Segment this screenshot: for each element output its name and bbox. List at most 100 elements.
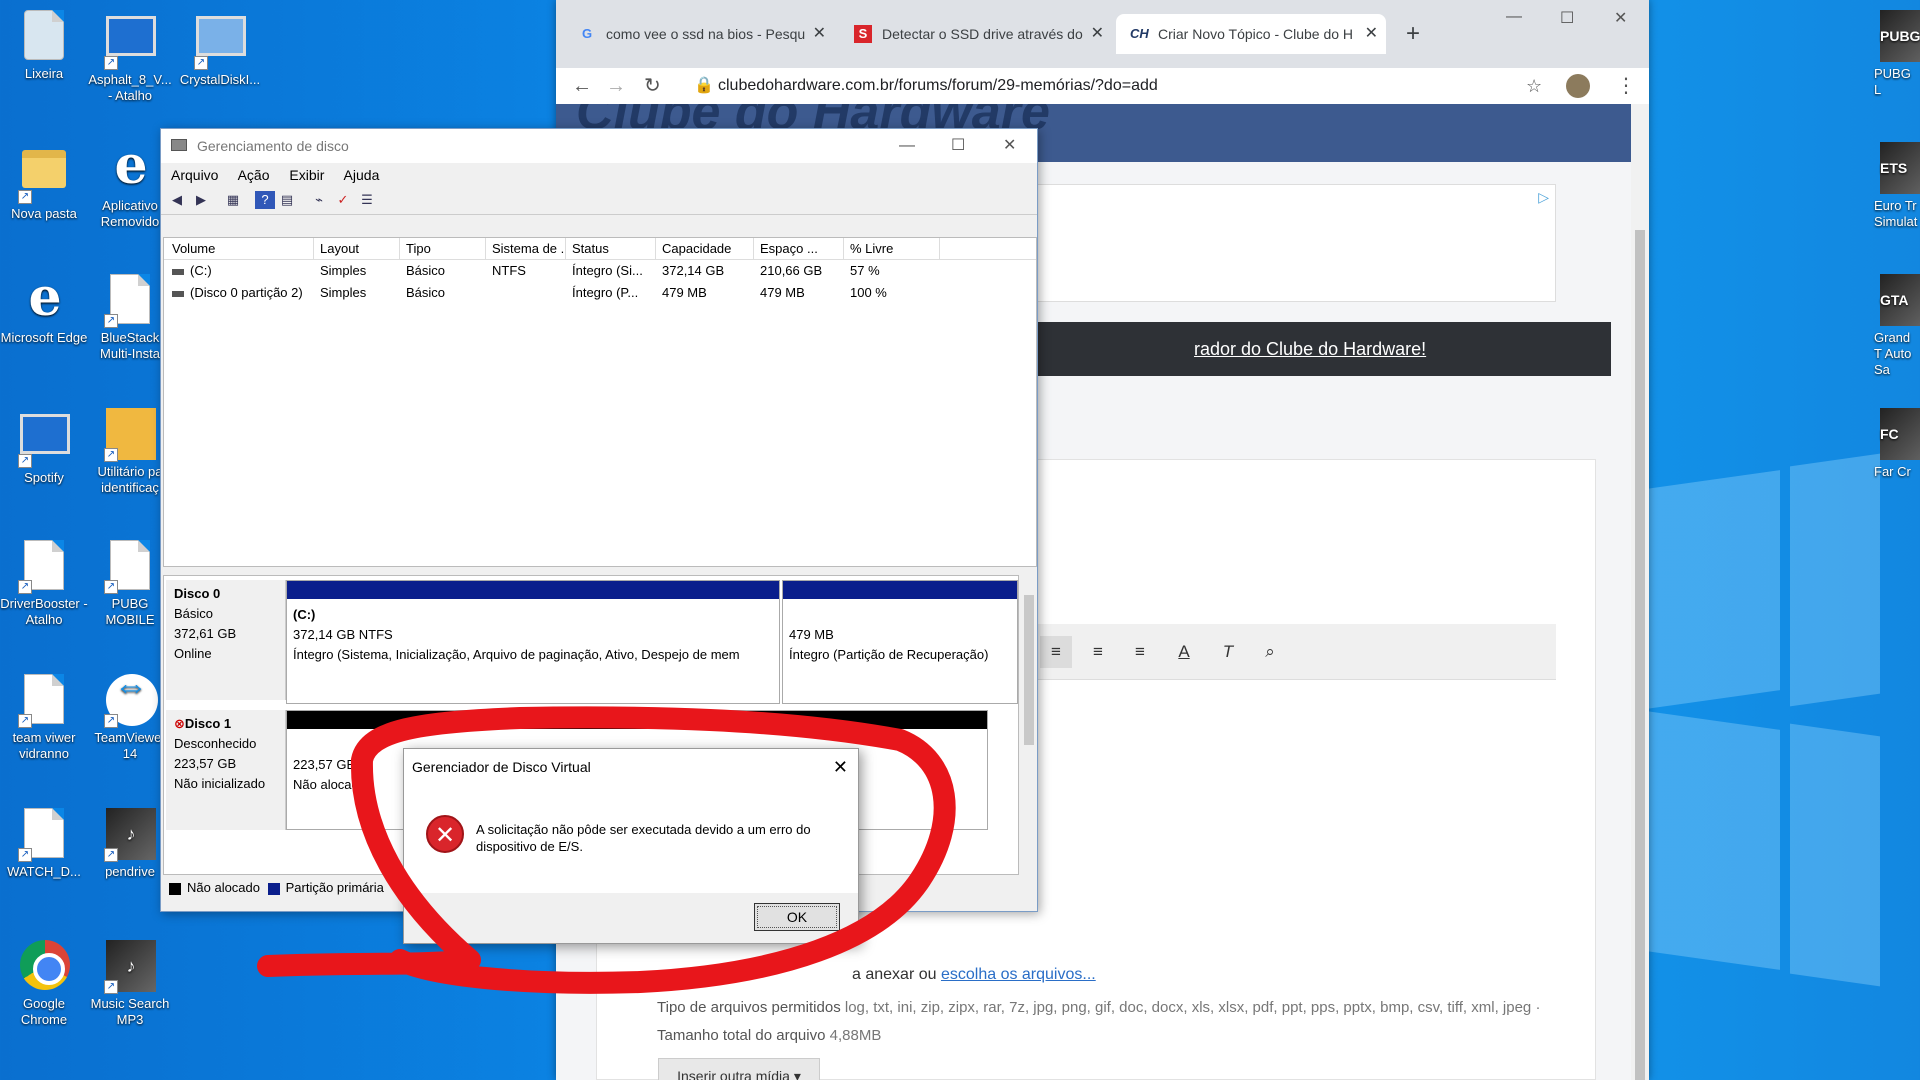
table-cell: NTFS <box>492 263 526 278</box>
partition-recovery[interactable]: 479 MB Íntegro (Partição de Recuperação) <box>782 580 1018 704</box>
close-icon[interactable]: ✕ <box>833 749 848 785</box>
close-icon[interactable]: ✕ <box>1003 129 1016 163</box>
align-left-selected-icon[interactable]: ≡ <box>1040 636 1072 668</box>
view-icon[interactable]: ▤ <box>277 191 297 209</box>
scroll-thumb[interactable] <box>1024 595 1034 745</box>
desktop-icon-team-viewer-doc[interactable]: ↗ team viwer vidranno <box>0 674 88 762</box>
desktop-icon-driverbooster[interactable]: ↗ DriverBooster - Atalho <box>0 540 88 628</box>
desktop-icon-recycle-bin[interactable]: Lixeira <box>0 10 88 82</box>
table-cell: 57 % <box>850 263 880 278</box>
minimize-icon[interactable]: — <box>1506 8 1522 26</box>
volume-table: Volume Layout Tipo Sistema de ... Status Capa… <box>163 237 1037 567</box>
attach-line: a anexar ou escolha os arquivos... <box>652 966 1096 984</box>
ok-button[interactable]: OK <box>754 903 840 931</box>
close-tab-icon[interactable]: ✕ <box>1091 14 1104 54</box>
removed-app-icon: e <box>114 135 148 196</box>
crystaldisk-icon: ↗ <box>194 16 246 70</box>
desktop-icon-music-search[interactable]: ♪ ↗ Music Search MP3 <box>86 940 174 1028</box>
dm-scrollbar[interactable] <box>1021 575 1037 875</box>
tab-new-topic[interactable]: CH Criar Novo Tópico - Clube do H ✕ <box>1116 14 1386 54</box>
dm-toolbar: ◀ ▶ ▦ ? ▤ ⌁ ✓ ☰ <box>161 187 1037 215</box>
desktop-icon-asphalt[interactable]: ↗ Asphalt_8_V... - Atalho <box>86 10 174 104</box>
align-center-icon[interactable]: ≡ <box>1082 636 1114 668</box>
help-icon[interactable]: ? <box>255 191 275 209</box>
spotify-icon: ↗ <box>18 414 70 468</box>
desktop-icon-label: Nova pasta <box>11 206 77 221</box>
unallocated-bar <box>287 711 987 729</box>
promo-banner[interactable]: rador do Clube do Hardware! <box>1036 322 1611 376</box>
table-row[interactable]: (Disco 0 partição 2) Simples Básico Íntegro… <box>164 282 1036 304</box>
connect-icon[interactable]: ⌁ <box>309 191 329 209</box>
close-window-icon[interactable]: ✕ <box>1614 8 1627 28</box>
disk1-size: 223,57 GB <box>174 756 237 771</box>
column-header[interactable]: Capacidade <box>656 238 754 260</box>
reload-icon[interactable]: ↻ <box>644 68 661 104</box>
partition-c[interactable]: (C:) 372,14 GB NTFS Íntegro (Sistema, In… <box>286 580 780 704</box>
error-icon: ✕ <box>426 815 464 853</box>
desktop-icon-game-1[interactable]: ETS Euro Tr Simulat <box>1860 142 1920 230</box>
column-header[interactable]: Status <box>566 238 656 260</box>
text-color-icon[interactable]: A <box>1168 636 1200 668</box>
types-label: Tipo de arquivos permitidos <box>657 999 841 1016</box>
desktop-icon-label: CrystalDiskI... <box>179 72 261 87</box>
column-header[interactable]: Espaço ... <box>754 238 844 260</box>
new-tab-button[interactable]: + <box>1406 14 1420 54</box>
menu-exibir[interactable]: Exibir <box>289 167 324 183</box>
align-right-icon[interactable]: ≡ <box>1124 636 1156 668</box>
dm-menubar: Arquivo Ação Exibir Ajuda <box>161 163 1037 187</box>
desktop-icon-new-folder[interactable]: ↗ Nova pasta <box>0 142 88 222</box>
disk0-label[interactable]: Disco 0 Básico 372,61 GB Online <box>166 580 286 700</box>
address-bar-row: ← → ↻ 🔒 clubedohardware.com.br/forums/fo… <box>556 68 1649 104</box>
desktop-icon-game-0[interactable]: PUBG PUBG L <box>1860 10 1920 98</box>
desktop-icon-google-chrome[interactable]: Google Chrome <box>0 940 88 1028</box>
desktop-icon-edge[interactable]: e Microsoft Edge <box>0 267 88 346</box>
browser-scrollbar[interactable] <box>1631 104 1649 1080</box>
forward-icon[interactable]: → <box>606 68 626 104</box>
desktop-icon-game-3[interactable]: FC Far Cr <box>1860 408 1920 480</box>
back-icon[interactable]: ← <box>572 68 592 104</box>
insert-media-button[interactable]: Inserir outra mídia ▾ <box>658 1058 820 1080</box>
tab-detect-ssd[interactable]: S Detectar o SSD drive através do ✕ <box>840 14 1112 54</box>
menu-ajuda[interactable]: Ajuda <box>344 167 380 183</box>
desktop-icon-crystaldisk[interactable]: ↗ CrystalDiskI... <box>176 10 264 88</box>
choose-files-link[interactable]: escolha os arquivos... <box>941 966 1096 983</box>
scroll-thumb[interactable] <box>1635 230 1645 1080</box>
maximize-icon[interactable]: ☐ <box>951 129 965 163</box>
desktop-icon-spotify[interactable]: ↗ Spotify <box>0 408 88 486</box>
partition-c-status: Íntegro (Sistema, Inicialização, Arquivo… <box>293 647 740 662</box>
tab-search[interactable]: G como vee o ssd na bios - Pesqu ✕ <box>564 14 834 54</box>
minimize-icon[interactable]: — <box>899 129 915 163</box>
table-row[interactable]: (C:) Simples Básico NTFS Íntegro (Si... 372,1… <box>164 260 1036 282</box>
adchoices-icon[interactable]: ▷ <box>1538 189 1549 206</box>
disk1-label[interactable]: ⊗Disco 1 Desconhecido 223,57 GB Não inic… <box>166 710 286 830</box>
preview-icon[interactable]: ⌕ <box>1254 636 1286 668</box>
menu-arquivo[interactable]: Arquivo <box>171 167 218 183</box>
forward-icon[interactable]: ▶ <box>191 191 211 209</box>
desktop-icon-game-2[interactable]: GTA Grand T Auto Sa <box>1860 274 1920 378</box>
avatar[interactable] <box>1566 74 1590 98</box>
edge-icon: e <box>28 267 62 328</box>
column-header[interactable]: Layout <box>314 238 400 260</box>
maximize-icon[interactable]: ☐ <box>1560 8 1574 28</box>
desktop-icon-label: Microsoft Edge <box>0 330 88 345</box>
properties-icon[interactable]: ▦ <box>223 191 243 209</box>
url-field[interactable]: 🔒 clubedohardware.com.br/forums/forum/29… <box>680 70 1560 102</box>
check-icon[interactable]: ✓ <box>333 191 353 209</box>
star-icon[interactable]: ☆ <box>1526 68 1542 104</box>
desktop-icon-watch-dogs[interactable]: ↗ WATCH_D... <box>0 808 88 880</box>
close-tab-icon[interactable]: ✕ <box>1365 14 1378 54</box>
list-icon[interactable]: ☰ <box>357 191 377 209</box>
menu-acao[interactable]: Ação <box>238 167 270 183</box>
table-cell: (C:) <box>166 260 314 282</box>
back-icon[interactable]: ◀ <box>167 191 187 209</box>
table-cell: Simples <box>320 263 367 278</box>
column-header[interactable]: % Livre <box>844 238 940 260</box>
close-tab-icon[interactable]: ✕ <box>813 14 826 54</box>
column-header[interactable]: Tipo <box>400 238 486 260</box>
lock-icon: 🔒 <box>694 77 714 94</box>
column-header[interactable]: Sistema de ... <box>486 238 566 260</box>
game-icon: PUBG <box>1880 10 1920 62</box>
column-header[interactable]: Volume <box>166 238 314 260</box>
clear-format-icon[interactable]: T <box>1212 636 1244 668</box>
menu-dots-icon[interactable]: ⋮ <box>1616 68 1636 104</box>
